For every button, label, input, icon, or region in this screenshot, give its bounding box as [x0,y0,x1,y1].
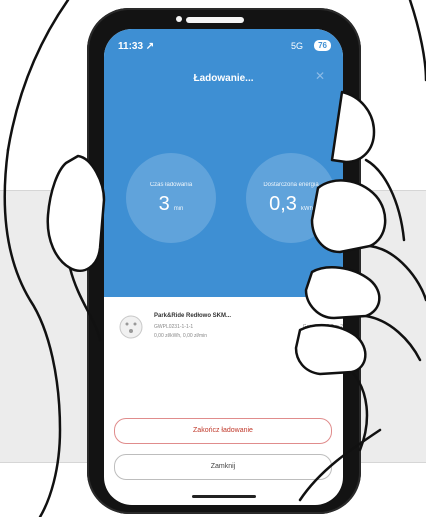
hand-illustration [3,0,426,517]
